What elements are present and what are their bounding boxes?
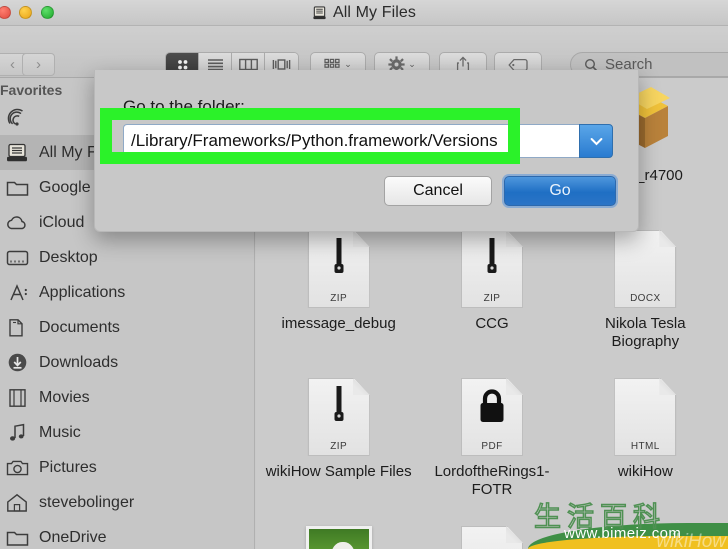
- icloud-icon: [4, 212, 30, 234]
- chevron-left-icon: ‹: [10, 56, 15, 73]
- zip-icon: ZIP: [460, 230, 523, 308]
- page-fold-icon: [505, 526, 523, 543]
- go-to-folder-dialog: Go to the folder: Cancel Go: [94, 70, 639, 232]
- file-item[interactable]: DOCX Nikola Tesla Biography: [569, 226, 722, 374]
- file-kind-label: ZIP: [483, 293, 501, 304]
- padlock-glyph: [461, 386, 523, 426]
- window-title-group: All My Files: [0, 0, 728, 26]
- sidebar-item-label: iCloud: [39, 213, 85, 231]
- photo-thumbnail: [305, 526, 372, 549]
- pictures-icon: [4, 457, 30, 479]
- dialog-label: Go to the folder:: [123, 97, 245, 116]
- zipper-glyph: [308, 238, 370, 280]
- docx-icon: DOCX: [614, 230, 677, 308]
- path-dropdown-button[interactable]: [579, 124, 613, 158]
- finder-window: All My Files ‹ › ⌄ ⌄ Search Favorites Al…: [0, 0, 728, 549]
- sidebar-item-label: stevebolinger: [39, 493, 135, 511]
- sidebar-item-desktop[interactable]: Desktop: [0, 240, 254, 275]
- path-combo-box[interactable]: [123, 124, 613, 158]
- all-my-files-icon: [313, 6, 326, 20]
- file-kind-label: HTML: [630, 441, 660, 452]
- chevron-right-icon: ›: [36, 56, 41, 73]
- airdrop-icon: [4, 107, 30, 129]
- sidebar-item-home[interactable]: stevebolinger: [0, 485, 254, 520]
- sidebar-item-label: Applications: [39, 283, 126, 301]
- sidebar-item-label: Desktop: [39, 248, 98, 266]
- zip-icon: ZIP: [307, 230, 370, 308]
- file-item[interactable]: [262, 522, 415, 549]
- lock-icon: PDF: [460, 378, 523, 456]
- file-label: Nikola Tesla Biography: [605, 315, 686, 351]
- chevron-down-icon: ⌄: [408, 59, 416, 69]
- sidebar-item-label: Movies: [39, 388, 90, 406]
- page-fold-icon: [659, 378, 677, 395]
- desktop-icon: [4, 247, 30, 269]
- file-label: CCG: [475, 315, 509, 332]
- sidebar-item-applications[interactable]: Applications: [0, 275, 254, 310]
- window-title-bar: All My Files: [0, 0, 728, 26]
- sidebar-item-downloads[interactable]: Downloads: [0, 345, 254, 380]
- chevron-down-icon: ⌄: [344, 59, 352, 69]
- file-label: wikiHow: [617, 463, 673, 480]
- zipper-glyph: [461, 238, 523, 280]
- file-kind-label: ZIP: [330, 441, 348, 452]
- file-label: LordoftheRings1-FOTR: [434, 463, 550, 499]
- sidebar-item-movies[interactable]: Movies: [0, 380, 254, 415]
- sidebar-item-label: Music: [39, 423, 81, 441]
- sidebar-item-onedrive[interactable]: OneDrive: [0, 520, 254, 549]
- chevron-down-icon: [590, 137, 602, 145]
- cancel-button[interactable]: Cancel: [384, 176, 492, 206]
- folder-icon: [4, 527, 30, 549]
- movies-icon: [4, 387, 30, 409]
- all-my-files-icon: [4, 142, 30, 164]
- file-label: wikiHow Sample Files: [265, 463, 412, 480]
- downloads-icon: [4, 352, 30, 374]
- go-button[interactable]: Go: [504, 176, 616, 206]
- sidebar-item-pictures[interactable]: Pictures: [0, 450, 254, 485]
- folder-path-input[interactable]: [123, 124, 579, 158]
- dialog-button-row: Cancel Go: [384, 176, 616, 206]
- sidebar-item-documents[interactable]: Documents: [0, 310, 254, 345]
- file-kind-label: PDF: [481, 441, 503, 452]
- music-icon: [4, 422, 30, 444]
- file-kind-label: ZIP: [330, 293, 348, 304]
- window-title: All My Files: [333, 4, 416, 21]
- watermark: 生活百科 www.bimeiz.com wikiHow: [528, 497, 728, 549]
- sidebar-item-label: Downloads: [39, 353, 119, 371]
- sidebar-item-label: Documents: [39, 318, 120, 336]
- file-kind-label: DOCX: [630, 293, 661, 304]
- forward-button[interactable]: ›: [22, 53, 55, 76]
- home-icon: [4, 492, 30, 514]
- file-label: imessage_debug: [281, 315, 396, 332]
- applications-icon: [4, 282, 30, 304]
- file-item[interactable]: ZIP CCG: [415, 226, 568, 374]
- photo-subject: [331, 541, 356, 549]
- blank-doc-icon: [460, 526, 523, 549]
- html-icon: HTML: [614, 378, 677, 456]
- folder-icon: [4, 177, 30, 199]
- sidebar-item-label: Pictures: [39, 458, 97, 476]
- sidebar-item-label: OneDrive: [39, 528, 107, 546]
- zip-icon: ZIP: [307, 378, 370, 456]
- file-item[interactable]: ZIP wikiHow Sample Files: [262, 374, 415, 522]
- zipper-glyph: [308, 386, 370, 428]
- file-item[interactable]: ZIP imessage_debug: [262, 226, 415, 374]
- documents-icon: [4, 317, 30, 339]
- watermark-ghost-text: wikiHow: [656, 531, 726, 549]
- sidebar-item-music[interactable]: Music: [0, 415, 254, 450]
- sidebar-item-label: Google: [39, 178, 91, 196]
